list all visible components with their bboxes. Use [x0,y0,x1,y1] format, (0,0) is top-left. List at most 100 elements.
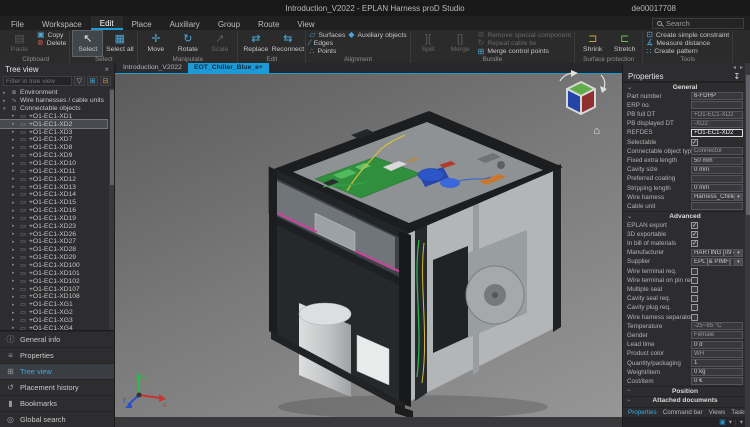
property-value[interactable]: +O1-EC1-XD2 [691,111,743,119]
property-row[interactable]: Cavity seal req. [623,294,745,303]
property-value[interactable]: WH [691,350,743,358]
property-row[interactable]: PB full DT +O1-EC1-XD2 [623,110,745,119]
tree-item[interactable]: ▸ ▭ +O1-EC1-XG3 [0,316,107,324]
close-icon[interactable]: × [104,65,109,74]
property-row[interactable]: REFDES +O1-EC1-XD2 [623,128,745,137]
ribbon-button[interactable]: ▱ Surfaces [309,31,345,39]
ribbon-button[interactable]: ↖ Select [73,31,102,56]
panel-tab[interactable]: Command bar [660,409,706,416]
checkbox[interactable] [691,222,698,229]
tree-item[interactable]: ▸ ▭ +O1-EC1-XD7 [0,136,107,144]
expander-icon[interactable]: ▸ [12,278,17,284]
expander-icon[interactable]: ▸ [12,239,17,245]
property-row[interactable]: Weight/item 0 kg [623,368,745,377]
property-row[interactable]: Stripping length 0 mm [623,183,745,192]
tree-item[interactable]: ▸ ▭ +O1-EC1-XD19 [0,215,107,223]
property-row[interactable]: In bill of materials [623,239,745,248]
property-row[interactable]: Part number 6-FDHP [623,92,745,101]
checkbox[interactable] [691,304,698,311]
ribbon-button[interactable]: ⊡ Create simple constraint [646,31,729,39]
ribbon-tab[interactable]: View [288,16,323,30]
dock-item[interactable]: ≡ Properties [0,347,114,363]
ribbon-button[interactable]: ∡ Measure distance [646,39,729,47]
dropdown-icon[interactable] [735,193,743,201]
panel-tab[interactable]: Views [706,409,729,416]
tree-item[interactable]: ▸ ▭ +O1-EC1-XG1 [0,301,107,309]
ribbon-tab[interactable]: Route [249,16,288,30]
tree-item[interactable]: ▸ ▭ +O1-EC1-XD29 [0,254,107,262]
collapse-all-icon[interactable]: ⊟ [100,76,111,86]
ribbon-button[interactable]: ↻ Repeat cable tie [478,39,572,47]
ribbon-button[interactable]: ⊗ Delete [37,39,66,47]
tree-item[interactable]: ▸ ▭ +O1-EC1-XD10 [0,160,107,168]
tree-item[interactable]: ▸ ▭ +O1-EC1-XD16 [0,207,107,215]
ribbon-button[interactable]: ⊘ Remove special component [478,31,572,39]
property-row[interactable]: Supplier EPL [& PIMF] [623,257,745,266]
expander-icon[interactable]: ▸ [12,231,17,237]
checkbox[interactable] [691,277,698,284]
ribbon-button[interactable]: ][ Split [414,31,443,56]
property-value[interactable]: EPL [& PIMF] [691,258,735,266]
property-value[interactable]: 6-FDHP [691,92,743,100]
property-row[interactable]: Manufacturer HARTING [09 45 4 [623,248,745,257]
tree-item[interactable]: ▸ ▭ +O1-EC1-XD2 [0,120,107,128]
tree-item[interactable]: ▸ ▭ +O1-EC1-XD26 [0,230,107,238]
property-row[interactable]: Wire terminal req. [623,267,745,276]
checkbox[interactable] [691,286,698,293]
expander-icon[interactable]: ▸ [3,98,8,104]
section-expander-icon[interactable]: − [627,398,631,404]
checkbox[interactable] [691,268,698,275]
expander-icon[interactable]: ▸ [3,90,8,96]
tree-item[interactable]: ▸ ▭ +O1-EC1-XD107 [0,285,107,293]
tree-item[interactable]: ▸ ▭ +O1-EC1-XD8 [0,144,107,152]
property-row[interactable]: Preferred coating [623,174,745,183]
tree-item[interactable]: ▸ ▭ +O1-EC1-XD101 [0,269,107,277]
tree-item[interactable]: ▸ ▭ +O1-EC1-XD15 [0,199,107,207]
property-row[interactable]: Cavity size 0 mm [623,165,745,174]
ribbon-tab[interactable]: Group [209,16,249,30]
tree-item[interactable]: ▸ ▭ +O1-EC1-XD100 [0,262,107,270]
ribbon-button[interactable]: ↗ Scale [205,31,234,56]
property-value[interactable]: 0 mm [691,184,743,192]
property-row[interactable]: Connectable object type Connector [623,147,745,156]
panel-tab[interactable]: Properties [625,409,660,416]
tree-item[interactable]: ▸ ▭ +O1-EC1-XD9 [0,152,107,160]
expand-all-icon[interactable]: ⊞ [87,76,98,86]
property-value[interactable] [691,101,743,109]
document-tab[interactable]: EOT_Chiller_Blue_e+ [188,63,269,73]
property-row[interactable]: Gender Female [623,331,745,340]
tree-item[interactable]: ▸ ⊕ Environment [0,89,107,97]
ribbon-button[interactable]: ⊏ Stretch [610,31,639,56]
expander-icon[interactable]: ▸ [12,255,17,261]
property-value[interactable]: Connector [691,147,743,155]
property-row[interactable]: 3D exportable [623,230,745,239]
expander-icon[interactable]: ▸ [12,223,17,229]
expander-icon[interactable]: ▸ [12,294,17,300]
ribbon-button[interactable]: ▤ Paste [5,31,34,56]
ribbon-tab[interactable]: File [2,16,33,30]
expander-icon[interactable]: ▸ [12,310,17,316]
property-row[interactable]: ⌄ Advanced [623,211,745,221]
ribbon-button[interactable]: ▦ Select all [105,31,134,56]
ribbon-tab[interactable]: Place [123,16,161,30]
tree-item[interactable]: ▸ ▭ +O1-EC1-XD11 [0,167,107,175]
ribbon-button[interactable]: ∷ Create pattern [646,48,729,56]
chiller-3d-model[interactable] [263,75,568,420]
panel-prev-icon[interactable]: ◂ [733,64,736,71]
property-row[interactable]: Lead time 0 d [623,340,745,349]
ribbon-button[interactable]: ⇄ Replace [241,31,270,56]
3d-viewport[interactable]: Introduction_V2022EOT_Chiller_Blue_e+ [115,63,622,427]
tree-item[interactable]: ▾ ⊟ Connectable objects [0,105,107,113]
view-cube[interactable] [554,69,608,125]
property-row[interactable]: Fixed extra length 50 mm [623,156,745,165]
expander-icon[interactable]: ▸ [12,137,17,143]
property-value[interactable]: Female [691,331,743,339]
property-row[interactable]: Cost/item 0 € [623,377,745,386]
checkbox[interactable] [691,240,698,247]
dock-item[interactable]: ↺ Placement history [0,379,114,395]
property-value[interactable]: 0 mm [691,166,743,174]
expander-icon[interactable]: ▸ [12,286,17,292]
expander-icon[interactable]: ▸ [12,302,17,308]
property-row[interactable]: Cavity plug req. [623,303,745,312]
ribbon-button[interactable]: ◆ Auxiliary objects [348,31,406,39]
